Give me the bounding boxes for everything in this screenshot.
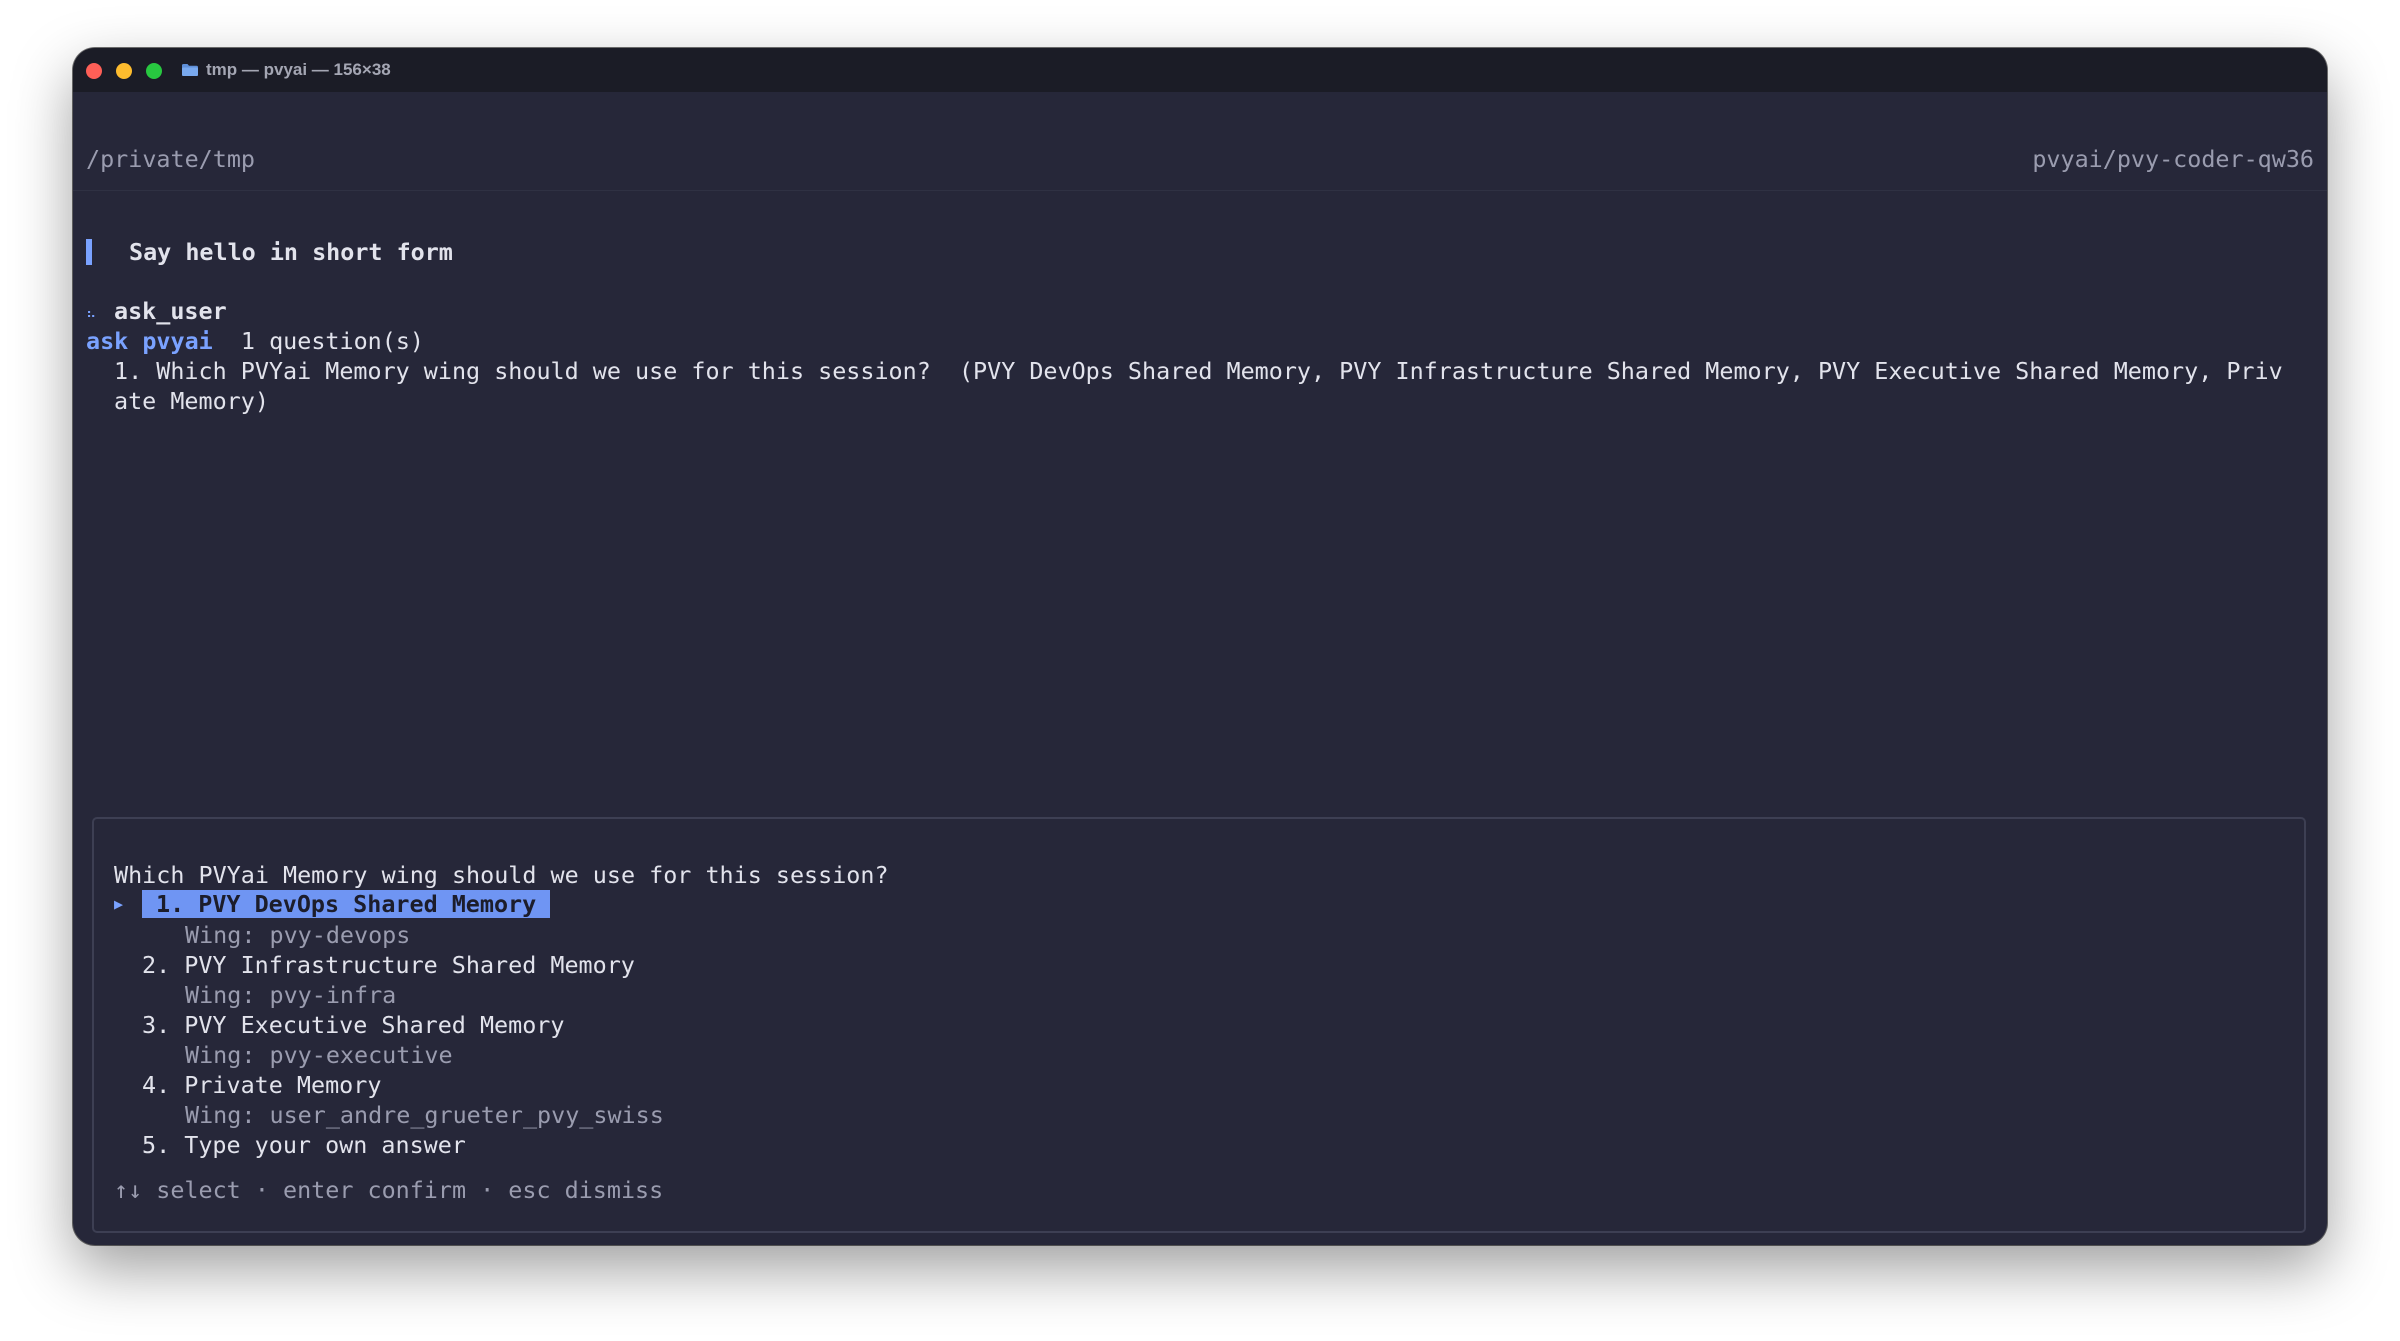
header-divider bbox=[73, 190, 2327, 191]
ask-summary: ask pvyai 1 question(s) bbox=[86, 326, 424, 356]
ask-count: 1 question(s) bbox=[240, 327, 424, 355]
option-3-description: Wing: pvy-executive bbox=[185, 1041, 453, 1069]
option-2[interactable]: 2. PVY Infrastructure Shared Memory bbox=[142, 950, 635, 980]
option-2-description: Wing: pvy-infra bbox=[185, 981, 397, 1009]
panel-question: Which PVYai Memory wing should we use fo… bbox=[114, 861, 889, 889]
question-text-line-1: 1. Which PVYai Memory wing should we use… bbox=[114, 357, 2283, 385]
ask-label: ask pvyai bbox=[86, 327, 213, 355]
option-1-selected[interactable]: 1. PVY DevOps Shared Memory bbox=[142, 890, 551, 918]
model-name: pvyai/pvy-coder-qw36 bbox=[2032, 145, 2314, 173]
terminal-window: tmp — pvyai — 156×38 /private/tmp pvyai/… bbox=[73, 48, 2327, 1245]
selection-arrow-icon: ▶ bbox=[114, 895, 124, 913]
option-4[interactable]: 4. Private Memory bbox=[142, 1070, 381, 1100]
key-hints: ↑↓ select · enter confirm · esc dismiss bbox=[114, 1176, 664, 1204]
zoom-window-button[interactable] bbox=[146, 63, 162, 79]
close-window-button[interactable] bbox=[86, 63, 102, 79]
question-text-line-2: ate Memory) bbox=[114, 387, 269, 415]
user-prompt-bar bbox=[86, 239, 92, 265]
option-4-description: Wing: user_andre_grueter_pvy_swiss bbox=[185, 1101, 664, 1129]
option-5[interactable]: 5. Type your own answer bbox=[142, 1130, 466, 1160]
option-3[interactable]: 3. PVY Executive Shared Memory bbox=[142, 1010, 564, 1040]
option-1-description: Wing: pvy-devops bbox=[185, 921, 411, 949]
minimize-window-button[interactable] bbox=[116, 63, 132, 79]
window-title: tmp — pvyai — 156×38 bbox=[206, 60, 391, 79]
user-prompt-text: Say hello in short form bbox=[129, 238, 453, 266]
terminal-content[interactable]: /private/tmp pvyai/pvy-coder-qw36 Say he… bbox=[73, 92, 2327, 1245]
window-title-area: tmp — pvyai — 156×38 bbox=[181, 58, 391, 82]
tool-name: ask_user bbox=[114, 297, 227, 325]
title-bar: tmp — pvyai — 156×38 bbox=[73, 48, 2327, 92]
tool-spinner-icon: ⠦ bbox=[86, 306, 97, 322]
current-directory: /private/tmp bbox=[86, 145, 255, 173]
folder-icon bbox=[182, 64, 198, 76]
